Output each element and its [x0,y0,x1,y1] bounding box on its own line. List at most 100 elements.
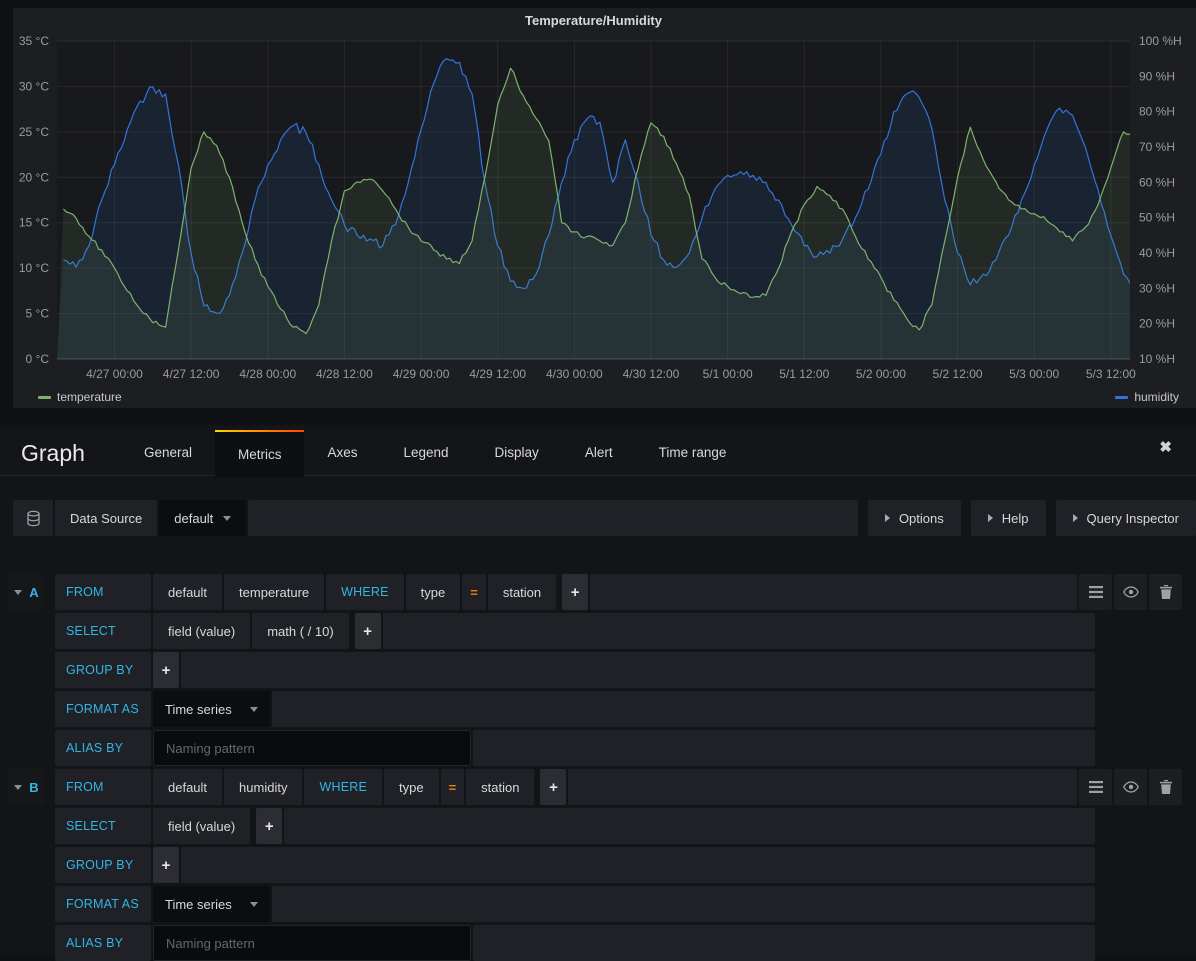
chevron-down-icon [223,516,231,521]
svg-text:35 °C: 35 °C [19,34,49,48]
group-by-label: GROUP BY [55,847,151,883]
svg-text:5/3 00:00: 5/3 00:00 [1009,367,1059,381]
svg-text:5/2 00:00: 5/2 00:00 [856,367,906,381]
chevron-down-icon [250,707,258,712]
query-toggle-visibility-button[interactable] [1114,574,1147,610]
where-operator-segment[interactable]: = [441,769,465,805]
from-measurement-segment[interactable]: humidity [224,769,302,805]
query-a-select-row: SELECT field (value) math ( / 10) + [8,613,1095,649]
query-delete-button[interactable] [1149,769,1182,805]
menu-icon [1089,586,1103,598]
temperature-series-swatch [38,396,51,399]
query-delete-button[interactable] [1149,574,1182,610]
datasource-label: Data Source [55,500,157,536]
chevron-down-icon [14,785,22,790]
query-editor-a: A FROM default temperature WHERE type = … [0,574,1196,766]
chevron-down-icon [250,902,258,907]
format-as-select[interactable]: Time series [153,886,270,922]
svg-text:4/27 00:00: 4/27 00:00 [86,367,143,381]
group-by-label: GROUP BY [55,652,151,688]
alias-by-input[interactable] [153,925,471,961]
select-field-segment[interactable]: field (value) [153,808,250,844]
chevron-right-icon [988,514,993,522]
datasource-select[interactable]: default [159,500,246,536]
alias-by-label: ALIAS BY [55,925,151,961]
svg-text:30 %H: 30 %H [1139,281,1175,295]
tab-general[interactable]: General [121,431,215,475]
where-keyword-segment[interactable]: WHERE [304,769,382,805]
svg-text:5/1 12:00: 5/1 12:00 [779,367,829,381]
where-operator-segment[interactable]: = [462,574,486,610]
datasource-row-filler [248,500,858,536]
query-b-from-row: B FROM default humidity WHERE type = sta… [8,769,1182,805]
svg-text:50 %H: 50 %H [1139,211,1175,225]
add-condition-button[interactable]: + [540,769,566,805]
svg-text:4/29 12:00: 4/29 12:00 [469,367,526,381]
svg-text:80 %H: 80 %H [1139,105,1175,119]
where-tag-key-segment[interactable]: type [406,574,461,610]
row-filler [181,847,1095,883]
timeseries-chart[interactable]: 0 °C5 °C10 °C15 °C20 °C25 °C30 °C35 °C10… [13,8,1196,408]
format-as-selected-value: Time series [165,702,232,717]
eye-icon [1123,586,1139,598]
help-button[interactable]: Help [971,500,1046,536]
add-select-button[interactable]: + [256,808,282,844]
add-group-by-button[interactable]: + [153,652,179,688]
format-as-label: FORMAT AS [55,691,151,727]
tab-time-range[interactable]: Time range [636,431,750,475]
query-menu-button[interactable] [1079,769,1112,805]
panel-editor-header: Graph General Metrics Axes Legend Displa… [0,425,1196,476]
row-filler [272,691,1095,727]
svg-text:4/28 00:00: 4/28 00:00 [239,367,296,381]
database-icon [13,500,53,536]
datasource-selected-value: default [174,511,213,526]
row-filler [181,652,1095,688]
row-filler [590,574,1077,610]
graph-panel: 0 °C5 °C10 °C15 °C20 °C25 °C30 °C35 °C10… [13,8,1196,408]
tab-alert[interactable]: Alert [562,431,636,475]
svg-text:30 °C: 30 °C [19,79,49,93]
add-condition-button[interactable]: + [562,574,588,610]
chevron-down-icon [14,590,22,595]
row-filler [272,886,1095,922]
options-button[interactable]: Options [868,500,961,536]
where-tag-key-segment[interactable]: type [384,769,439,805]
query-toggle-visibility-button[interactable] [1114,769,1147,805]
query-b-collapse-toggle[interactable]: B [8,769,45,805]
add-group-by-button[interactable]: + [153,847,179,883]
tab-axes[interactable]: Axes [304,431,380,475]
row-filler [473,925,1095,961]
query-menu-button[interactable] [1079,574,1112,610]
select-field-segment[interactable]: field (value) [153,613,250,649]
tab-legend[interactable]: Legend [380,431,471,475]
svg-text:5/3 12:00: 5/3 12:00 [1086,367,1136,381]
format-as-select[interactable]: Time series [153,691,270,727]
tab-metrics[interactable]: Metrics [215,430,305,479]
alias-by-input[interactable] [153,730,471,766]
legend-label-temperature: temperature [57,390,122,404]
svg-text:0 °C: 0 °C [26,352,50,366]
where-keyword-segment[interactable]: WHERE [326,574,404,610]
legend-item-humidity[interactable]: humidity [1115,390,1179,404]
query-inspector-button[interactable]: Query Inspector [1056,500,1196,536]
legend-item-temperature[interactable]: temperature [38,390,122,404]
close-icon[interactable]: ✖ [1159,440,1172,455]
select-math-segment[interactable]: math ( / 10) [252,613,348,649]
svg-text:4/28 12:00: 4/28 12:00 [316,367,373,381]
query-a-collapse-toggle[interactable]: A [8,574,45,610]
trash-icon [1160,585,1172,599]
where-tag-value-segment[interactable]: station [466,769,534,805]
query-letter: B [29,780,38,795]
format-as-label: FORMAT AS [55,886,151,922]
row-filler [568,769,1077,805]
from-datasource-segment[interactable]: default [153,769,222,805]
query-b-alias-by-row: ALIAS BY [8,925,1095,961]
tab-display[interactable]: Display [472,431,562,475]
svg-text:60 %H: 60 %H [1139,175,1175,189]
where-tag-value-segment[interactable]: station [488,574,556,610]
from-datasource-segment[interactable]: default [153,574,222,610]
svg-text:4/30 00:00: 4/30 00:00 [546,367,603,381]
add-select-button[interactable]: + [355,613,381,649]
svg-text:20 °C: 20 °C [19,170,49,184]
from-measurement-segment[interactable]: temperature [224,574,324,610]
